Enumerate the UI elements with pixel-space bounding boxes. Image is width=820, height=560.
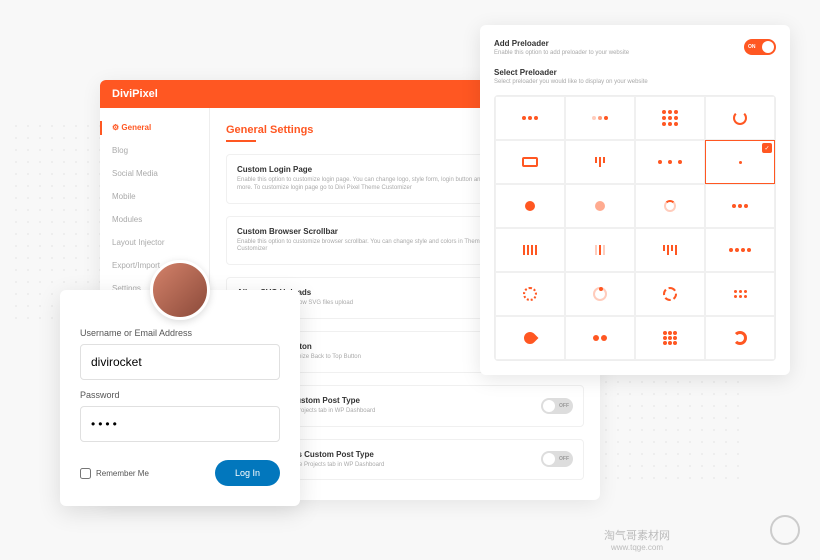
- watermark: 淘气哥素材网 www.tqge.com: [604, 527, 670, 552]
- toggle-hide-projects-custom-post-type[interactable]: OFF: [541, 398, 573, 414]
- avatar: [150, 260, 210, 320]
- preloader-option-21[interactable]: [565, 316, 635, 360]
- badge-icon: [770, 515, 800, 545]
- preloader-option-6[interactable]: [635, 140, 705, 184]
- login-button[interactable]: Log In: [215, 460, 280, 486]
- sidebar-item-blog[interactable]: Blog: [100, 139, 209, 162]
- username-input[interactable]: [80, 344, 280, 380]
- preloader-option-12[interactable]: [495, 228, 565, 272]
- preloader-option-22[interactable]: [635, 316, 705, 360]
- preloader-option-13[interactable]: [565, 228, 635, 272]
- select-preloader-desc: Select preloader you would like to displ…: [494, 79, 776, 85]
- preloader-option-3[interactable]: [705, 96, 775, 140]
- select-preloader-title: Select Preloader: [494, 68, 776, 77]
- preloader-option-2[interactable]: [635, 96, 705, 140]
- preloader-option-5[interactable]: [565, 140, 635, 184]
- preloader-option-1[interactable]: [565, 96, 635, 140]
- sidebar-item-general[interactable]: ⚙ General: [100, 116, 209, 139]
- sidebar-item-modules[interactable]: Modules: [100, 208, 209, 231]
- preloader-option-10[interactable]: [635, 184, 705, 228]
- brand-logo: DiviPixel: [112, 88, 158, 100]
- preloader-option-4[interactable]: [495, 140, 565, 184]
- add-preloader-title: Add Preloader: [494, 39, 629, 48]
- password-label: Password: [80, 390, 280, 400]
- preloader-option-15[interactable]: [705, 228, 775, 272]
- username-label: Username or Email Address: [80, 328, 280, 338]
- remember-input[interactable]: [80, 468, 91, 479]
- add-preloader-toggle[interactable]: ON: [744, 39, 776, 55]
- toggle-rename-projects-custom-post-type[interactable]: OFF: [541, 451, 573, 467]
- preloader-option-9[interactable]: [565, 184, 635, 228]
- preloader-option-14[interactable]: [635, 228, 705, 272]
- preloader-option-19[interactable]: [705, 272, 775, 316]
- preloader-grid: [494, 95, 776, 361]
- preloader-option-8[interactable]: [495, 184, 565, 228]
- preloader-option-0[interactable]: [495, 96, 565, 140]
- preloader-option-20[interactable]: [495, 316, 565, 360]
- add-preloader-desc: Enable this option to add preloader to y…: [494, 50, 629, 56]
- sidebar-item-social-media[interactable]: Social Media: [100, 162, 209, 185]
- preloader-panel: Add Preloader Enable this option to add …: [480, 25, 790, 375]
- preloader-option-23[interactable]: [705, 316, 775, 360]
- preloader-option-17[interactable]: [565, 272, 635, 316]
- password-input[interactable]: [80, 406, 280, 442]
- sidebar-item-layout-injector[interactable]: Layout Injector: [100, 231, 209, 254]
- login-panel: Username or Email Address Password Remem…: [60, 290, 300, 506]
- preloader-option-16[interactable]: [495, 272, 565, 316]
- preloader-option-18[interactable]: [635, 272, 705, 316]
- preloader-option-7[interactable]: [705, 140, 775, 184]
- remember-checkbox[interactable]: Remember Me: [80, 468, 149, 479]
- preloader-option-11[interactable]: [705, 184, 775, 228]
- sidebar-item-mobile[interactable]: Mobile: [100, 185, 209, 208]
